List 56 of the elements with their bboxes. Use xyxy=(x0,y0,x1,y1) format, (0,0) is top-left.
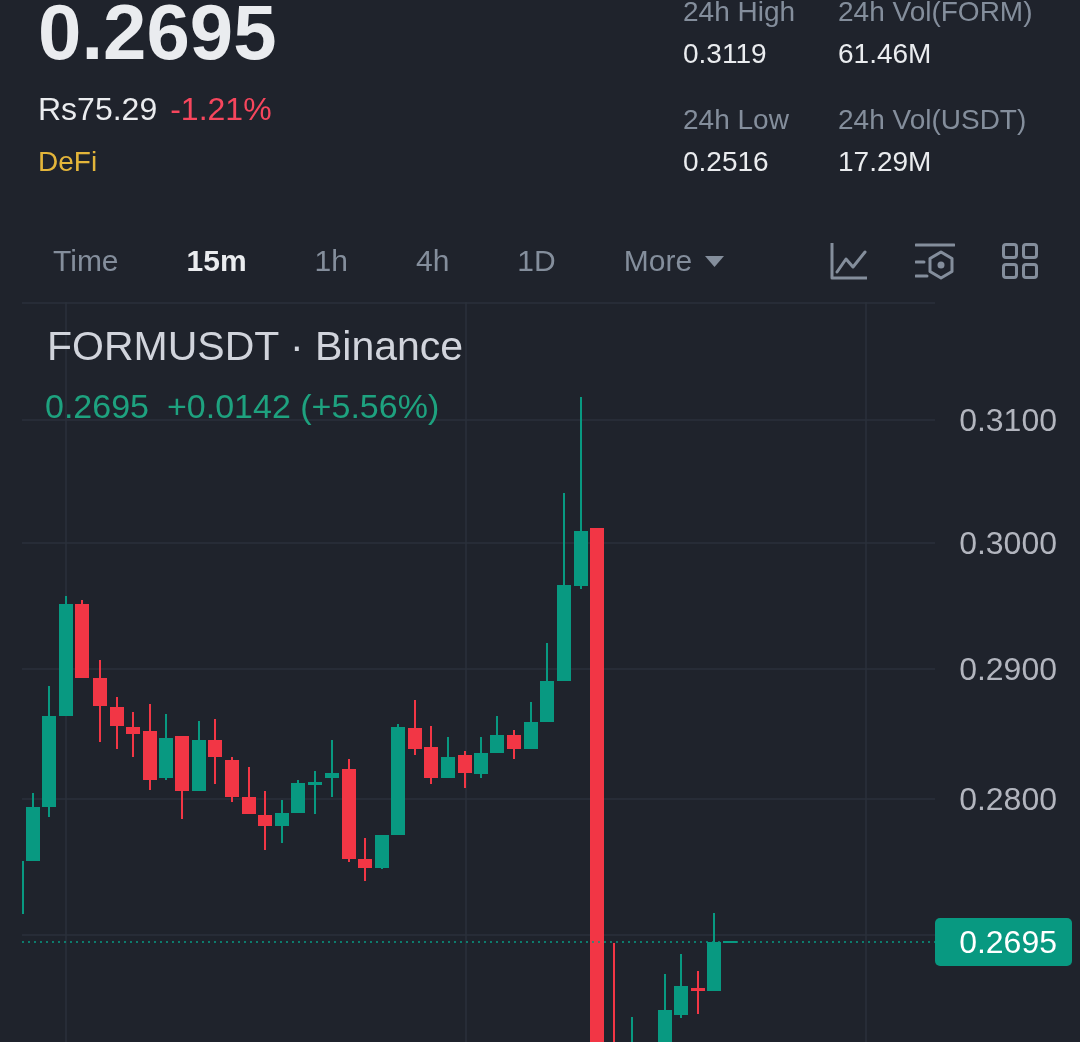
stat-value: 61.46M xyxy=(838,40,933,68)
last-price-label: 0.2695 xyxy=(935,918,1072,966)
falling-candle xyxy=(126,712,140,757)
stat-label: 24h High xyxy=(683,0,797,26)
rising-candle xyxy=(658,974,672,1042)
price-axis-label: 0.2900 xyxy=(959,653,1057,685)
interval-tab[interactable]: 1h xyxy=(314,238,348,284)
falling-candle xyxy=(208,719,222,784)
legend-price: 0.2695 xyxy=(45,389,149,423)
line-chart-icon[interactable] xyxy=(830,242,868,280)
legend-change: +0.0142 (+5.56%) xyxy=(167,389,440,423)
stat-value: 17.29M xyxy=(838,148,933,176)
falling-candle xyxy=(258,791,272,850)
falling-candle xyxy=(507,730,521,759)
rising-candle xyxy=(159,714,173,780)
rising-candle xyxy=(441,737,455,778)
stat-label: 24h Vol(FORM) xyxy=(838,0,1033,26)
grid-icon[interactable] xyxy=(1002,243,1038,279)
caret-icon xyxy=(705,255,725,267)
interval-tab[interactable]: 1D xyxy=(517,238,556,284)
price-change: -1.21% xyxy=(170,93,272,125)
list-settings-icon[interactable] xyxy=(915,242,955,280)
stat-value: 0.3119 xyxy=(683,40,768,68)
price-axis-label: 0.2800 xyxy=(959,783,1057,815)
more-button[interactable]: More xyxy=(623,238,725,284)
rising-candle xyxy=(26,793,40,861)
stat-value: 0.2516 xyxy=(683,148,770,176)
interval-tab[interactable]: 15m xyxy=(186,238,247,284)
falling-candle xyxy=(408,700,422,755)
chart-title: FORMUSDT · Binance xyxy=(47,326,464,367)
rising-candle xyxy=(192,721,206,791)
rising-candle xyxy=(524,702,538,749)
rising-candle xyxy=(308,771,322,814)
rising-candle xyxy=(275,800,289,843)
last-price: 0.2695 xyxy=(38,0,277,71)
falling-candle xyxy=(110,697,124,749)
rising-candle xyxy=(490,716,504,753)
interval-tab[interactable]: Time xyxy=(53,238,119,284)
falling-candle xyxy=(242,767,256,814)
rising-candle xyxy=(474,737,488,778)
falling-candle xyxy=(424,726,438,784)
falling-candle xyxy=(458,751,472,788)
falling-candle xyxy=(358,838,372,881)
fiat-price: Rs75.29 xyxy=(38,93,158,125)
category-tag[interactable]: DeFi xyxy=(38,148,98,176)
price-axis-label: 0.3000 xyxy=(959,527,1057,559)
rising-candle xyxy=(375,835,389,869)
interval-tab[interactable]: 4h xyxy=(416,238,450,284)
rising-candle xyxy=(291,780,305,813)
price-axis-label: 0.3100 xyxy=(959,404,1057,436)
stat-label: 24h Vol(USDT) xyxy=(838,106,1028,134)
stat-label: 24h Low xyxy=(683,106,790,134)
rising-candle xyxy=(325,740,339,797)
falling-candle xyxy=(691,971,705,1014)
falling-candle xyxy=(225,757,239,802)
rising-candle xyxy=(674,954,688,1018)
